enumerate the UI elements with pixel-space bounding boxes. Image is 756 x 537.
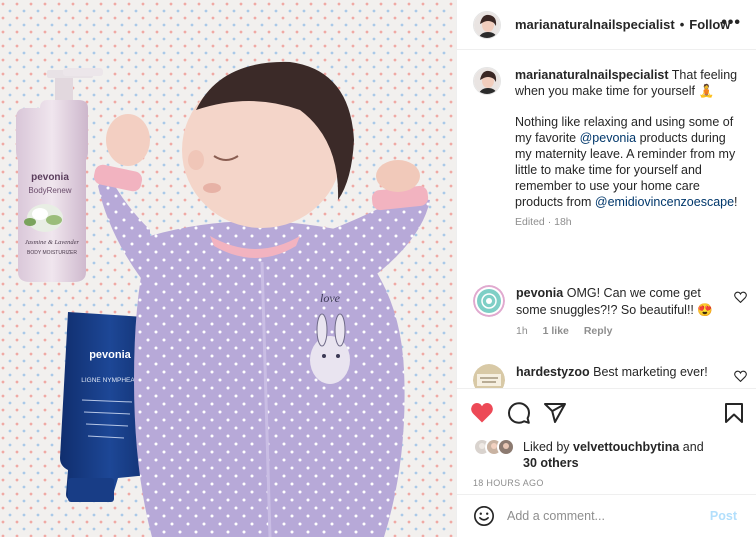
- more-options-icon[interactable]: •••: [721, 14, 741, 32]
- separator-dot: •: [679, 17, 685, 32]
- comment-item: pevonia OMG! Can we come get some snuggl…: [473, 285, 747, 337]
- caption-para-2c: !: [734, 195, 738, 209]
- author-avatar[interactable]: [473, 10, 501, 39]
- caption: marianaturalnailspecialist That feeling …: [473, 67, 743, 228]
- liker-username[interactable]: velvettouchbytina: [573, 440, 679, 454]
- author-username[interactable]: marianaturalnailspecialist: [515, 17, 675, 32]
- emoji-picker-icon[interactable]: [473, 505, 495, 527]
- comment-text-block: hardestyzoo Best marketing ever!: [516, 364, 743, 381]
- commenter-username[interactable]: hardestyzoo: [516, 365, 590, 379]
- post-timestamp[interactable]: 18 HOURS AGO: [473, 478, 544, 488]
- tube-brand-text: pevonia: [89, 349, 131, 361]
- caption-text: marianaturalnailspecialist That feeling …: [515, 67, 743, 210]
- comment-like-count[interactable]: 1 like: [543, 325, 569, 337]
- comments-list[interactable]: marianaturalnailspecialist That feeling …: [457, 51, 756, 388]
- mention-spa-link[interactable]: @emidiovincenzoescape: [595, 195, 734, 209]
- post-header: marianaturalnailspecialist • Follow •••: [457, 0, 756, 50]
- comment-text: Best marketing ever!: [593, 365, 708, 379]
- baby-photo-illustration: pevonia BodyRenew Jasmine & Lavender BOD…: [0, 0, 456, 537]
- onesie-print-text: love: [320, 291, 341, 305]
- bottle-type-text: BODY MOISTURIZER: [27, 250, 77, 256]
- comment-input[interactable]: [507, 507, 707, 525]
- caption-username[interactable]: marianaturalnailspecialist: [515, 68, 669, 82]
- liker-avatar: [497, 438, 515, 456]
- comment-icon[interactable]: [507, 401, 531, 425]
- comment-meta: 1h 1 like Reply: [516, 325, 743, 337]
- save-bookmark-icon[interactable]: [722, 401, 746, 425]
- bottle-variant-text: Jasmine & Lavender: [25, 239, 80, 246]
- mention-pevonia-link[interactable]: @pevonia: [580, 131, 636, 145]
- bottle-product-text: BodyRenew: [28, 186, 71, 195]
- likes-prefix: Liked by: [523, 440, 574, 454]
- reply-button[interactable]: Reply: [584, 325, 613, 337]
- caption-edited-time: Edited · 18h: [515, 216, 572, 228]
- meditation-emoji-icon: 🧘: [698, 84, 715, 98]
- share-icon[interactable]: [543, 401, 567, 425]
- caption-author-avatar[interactable]: [473, 67, 501, 95]
- likes-summary: Liked by velvettouchbytina and 30 others: [473, 436, 743, 472]
- post-side-panel: marianaturalnailspecialist • Follow ••• …: [456, 0, 756, 537]
- post-photo[interactable]: pevonia BodyRenew Jasmine & Lavender BOD…: [0, 0, 456, 537]
- comment-item: hardestyzoo Best marketing ever!: [473, 364, 747, 388]
- commenter-username[interactable]: pevonia: [516, 286, 563, 300]
- comment-text-block: pevonia OMG! Can we come get some snuggl…: [516, 285, 743, 319]
- likes-text: Liked by velvettouchbytina and 30 others: [523, 436, 743, 471]
- tube-line-text: LIGNE NYMPHEA: [81, 377, 135, 384]
- commenter-avatar-hardestyzoo[interactable]: [473, 364, 505, 388]
- post-comment-button[interactable]: Post: [710, 509, 737, 523]
- bottle-brand-text: pevonia: [31, 172, 69, 183]
- liker-avatars: [473, 438, 521, 456]
- like-comment-heart-icon[interactable]: [734, 370, 747, 382]
- comment-age: 1h: [516, 325, 528, 337]
- like-heart-icon[interactable]: [470, 401, 494, 425]
- add-comment-bar: Post: [457, 494, 756, 537]
- likes-others-link[interactable]: 30 others: [523, 456, 579, 470]
- post-actions: [457, 388, 756, 436]
- like-comment-heart-icon[interactable]: [734, 291, 747, 303]
- likes-joiner: and: [679, 440, 704, 454]
- commenter-avatar-pevonia[interactable]: [473, 285, 505, 317]
